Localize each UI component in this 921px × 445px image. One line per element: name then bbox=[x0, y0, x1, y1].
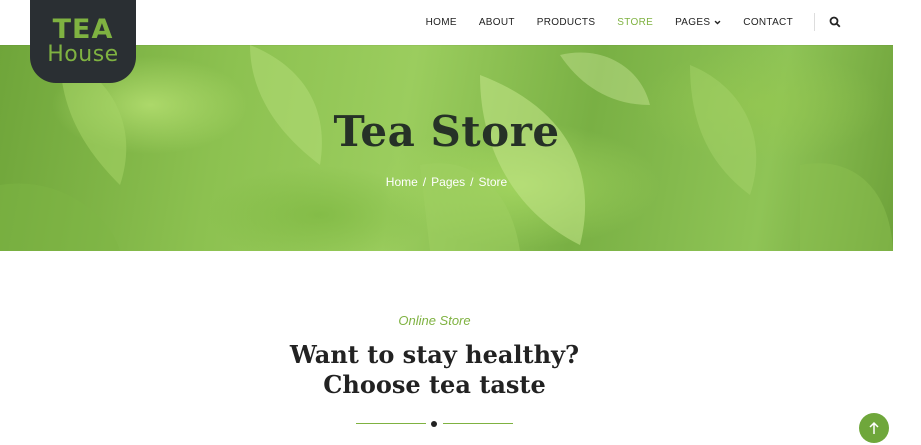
section-divider bbox=[356, 419, 513, 429]
nav-home[interactable]: HOME bbox=[426, 17, 457, 28]
section-heading: Want to stay healthy? Choose tea taste bbox=[0, 340, 869, 400]
divider-line-right bbox=[443, 423, 513, 424]
divider-line-left bbox=[356, 423, 426, 424]
main-nav: HOME ABOUT PRODUCTS STORE PAGES CONTACT bbox=[426, 0, 793, 45]
breadcrumb: Home / Pages / Store bbox=[0, 175, 893, 189]
breadcrumb-separator: / bbox=[470, 175, 474, 189]
nav-contact[interactable]: CONTACT bbox=[743, 17, 793, 28]
arrow-up-icon bbox=[869, 421, 879, 434]
logo-word-tea: TEA bbox=[52, 14, 114, 45]
search-icon[interactable] bbox=[829, 16, 841, 28]
nav-store[interactable]: STORE bbox=[617, 17, 653, 28]
nav-pages[interactable]: PAGES bbox=[675, 17, 721, 28]
nav-pages-label: PAGES bbox=[675, 17, 711, 28]
hero-banner: Tea Store Home / Pages / Store bbox=[0, 45, 893, 251]
breadcrumb-pages[interactable]: Pages bbox=[431, 175, 465, 189]
section-heading-line1: Want to stay healthy? bbox=[289, 340, 580, 369]
nav-about[interactable]: ABOUT bbox=[479, 17, 515, 28]
logo-word-house: House bbox=[47, 42, 119, 67]
back-to-top-button[interactable] bbox=[859, 413, 889, 443]
divider-dot bbox=[431, 421, 437, 427]
page-title: Tea Store bbox=[333, 107, 560, 156]
breadcrumb-current: Store bbox=[478, 175, 508, 189]
nav-products[interactable]: PRODUCTS bbox=[537, 17, 596, 28]
section-eyebrow: Online Store bbox=[398, 313, 471, 328]
breadcrumb-home[interactable]: Home bbox=[386, 175, 418, 189]
section-heading-line2: Choose tea taste bbox=[323, 370, 546, 399]
breadcrumb-separator: / bbox=[422, 175, 427, 189]
nav-divider bbox=[814, 13, 815, 31]
site-logo[interactable]: TEA House bbox=[30, 0, 136, 83]
chevron-down-icon bbox=[714, 20, 721, 25]
